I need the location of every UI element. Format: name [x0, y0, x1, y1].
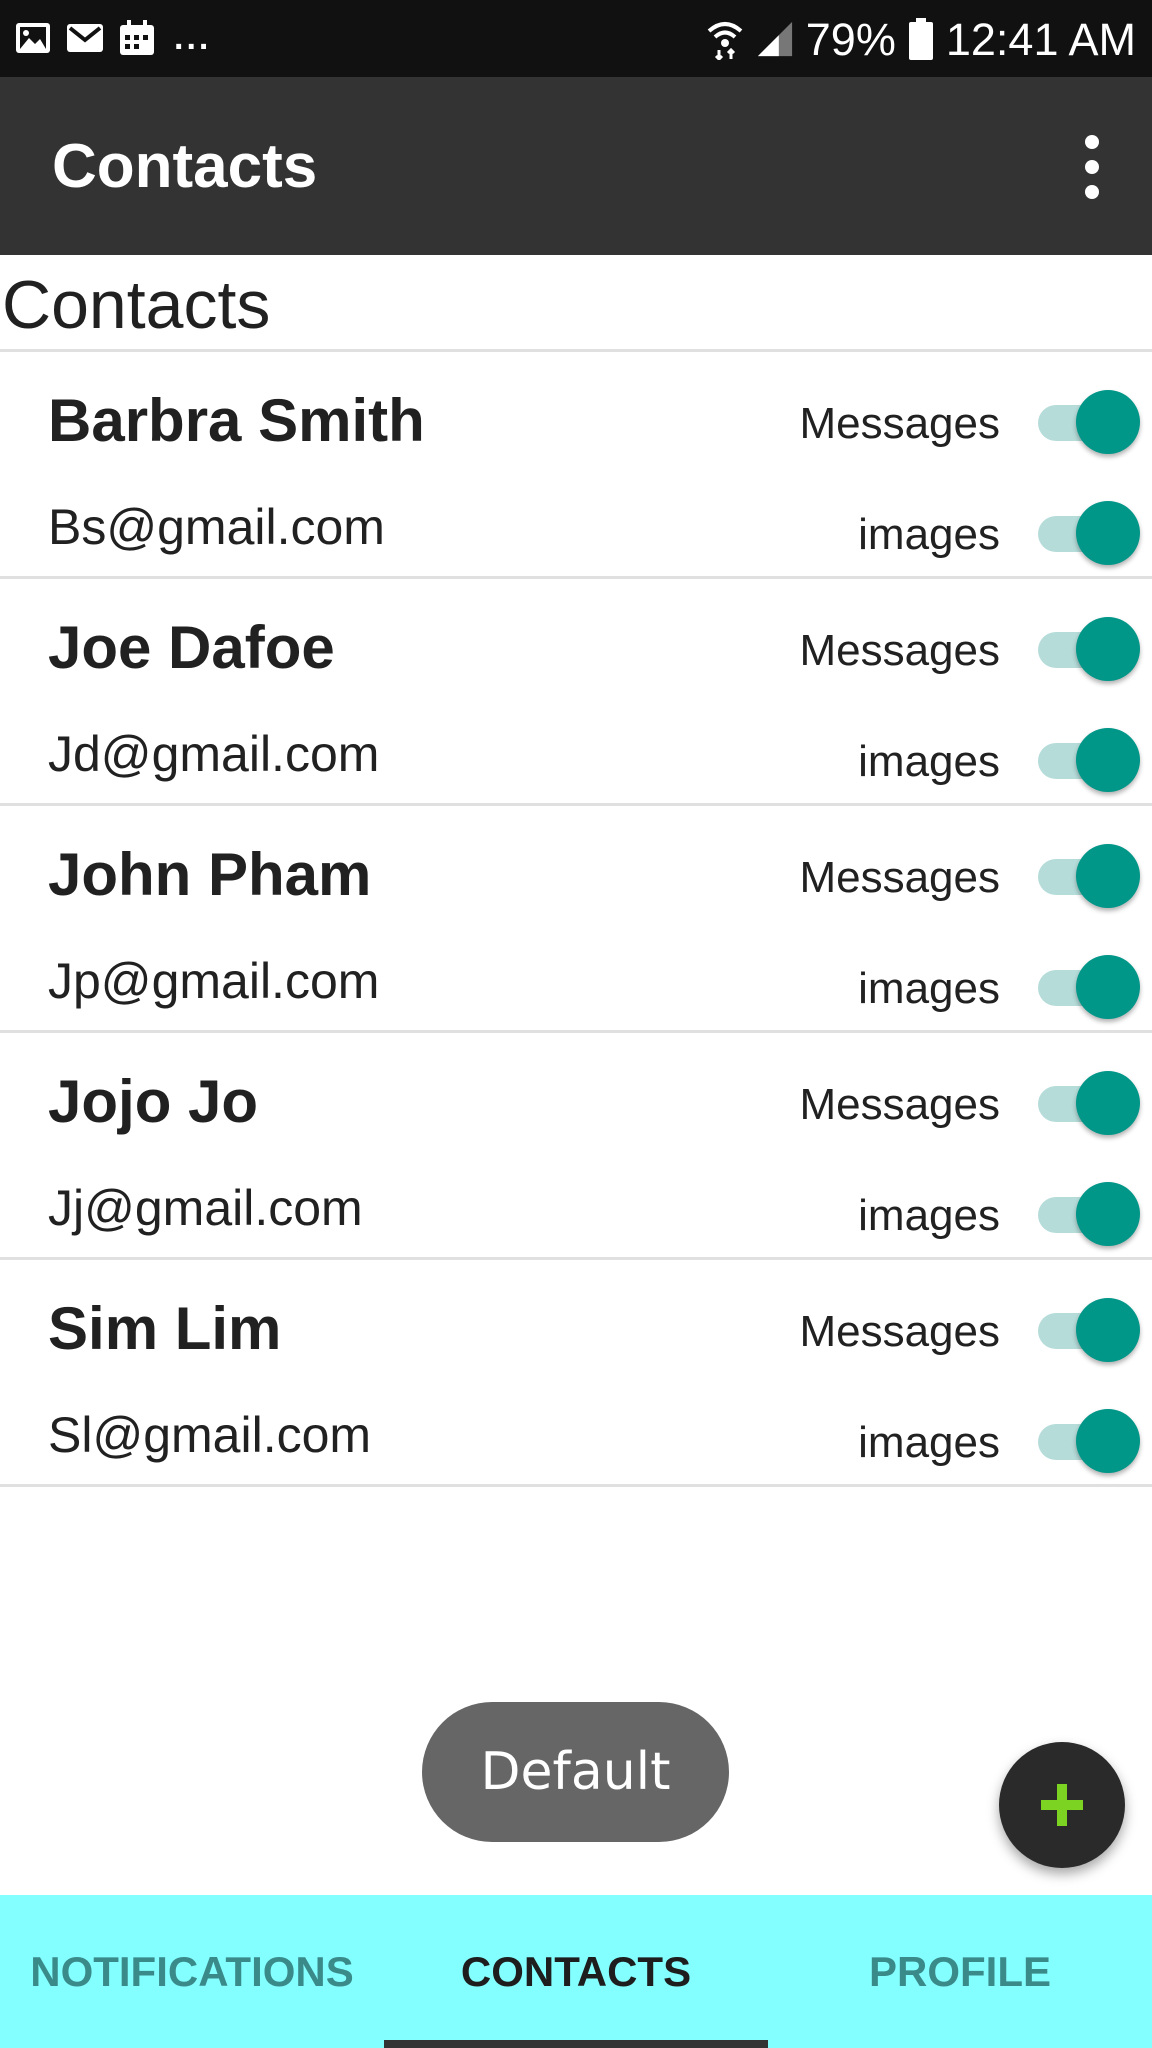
- messages-label: Messages: [799, 1080, 1000, 1129]
- messages-switch[interactable]: [1038, 388, 1140, 458]
- tab-profile[interactable]: PROFILE: [768, 1895, 1152, 2048]
- images-switch[interactable]: [1038, 953, 1140, 1023]
- images-label: images: [858, 737, 1000, 786]
- contact-email: Sl@gmail.com: [48, 1407, 372, 1463]
- clock: 12:41 AM: [945, 13, 1136, 65]
- switch-thumb: [1076, 501, 1140, 565]
- switch-thumb: [1076, 390, 1140, 454]
- selected-tab-indicator: [384, 2040, 768, 2048]
- contact-row[interactable]: Jojo Jo Jj@gmail.com Messages images: [0, 1033, 1152, 1260]
- images-switch[interactable]: [1038, 1407, 1140, 1477]
- images-label: images: [858, 964, 1000, 1013]
- contact-row[interactable]: Joe Dafoe Jd@gmail.com Messages images: [0, 579, 1152, 806]
- images-label: images: [858, 1191, 1000, 1240]
- add-contact-button[interactable]: [999, 1742, 1125, 1868]
- messages-label: Messages: [799, 626, 1000, 675]
- contact-row[interactable]: John Pham Jp@gmail.com Messages images: [0, 806, 1152, 1033]
- plus-icon: [1041, 1784, 1083, 1826]
- battery-percent: 79%: [805, 13, 896, 65]
- contact-email: Bs@gmail.com: [48, 499, 385, 555]
- toast-message: Default: [422, 1702, 729, 1842]
- messages-label: Messages: [799, 853, 1000, 902]
- status-bar: ... 79% 12:41 AM: [0, 0, 1152, 77]
- images-switch[interactable]: [1038, 499, 1140, 569]
- more-vert-icon[interactable]: [1062, 127, 1122, 207]
- calendar-icon: [118, 19, 156, 57]
- images-label: images: [858, 510, 1000, 559]
- messages-switch[interactable]: [1038, 1069, 1140, 1139]
- contact-list: Barbra Smith Bs@gmail.com Messages image…: [0, 352, 1152, 1487]
- switch-thumb: [1076, 728, 1140, 792]
- mail-icon: [66, 19, 104, 57]
- images-switch[interactable]: [1038, 726, 1140, 796]
- switch-thumb: [1076, 844, 1140, 908]
- messages-label: Messages: [799, 399, 1000, 448]
- contact-name: Jojo Jo: [48, 1068, 259, 1135]
- switch-thumb: [1076, 955, 1140, 1019]
- images-label: images: [858, 1418, 1000, 1467]
- contact-email: Jd@gmail.com: [48, 726, 380, 782]
- messages-switch[interactable]: [1038, 615, 1140, 685]
- images-switch[interactable]: [1038, 1180, 1140, 1250]
- image-icon: [14, 19, 52, 57]
- switch-thumb: [1076, 1182, 1140, 1246]
- contact-name: John Pham: [48, 841, 372, 908]
- messages-label: Messages: [799, 1307, 1000, 1356]
- signal-icon: [756, 20, 794, 58]
- system-status: 79% 12:41 AM: [706, 10, 1136, 68]
- battery-icon: [908, 18, 934, 60]
- messages-switch[interactable]: [1038, 842, 1140, 912]
- switch-thumb: [1076, 1409, 1140, 1473]
- switch-thumb: [1076, 1298, 1140, 1362]
- menu-dot: [1085, 185, 1099, 199]
- contact-name: Joe Dafoe: [48, 614, 335, 681]
- switch-thumb: [1076, 617, 1140, 681]
- tab-notifications[interactable]: NOTIFICATIONS: [0, 1895, 384, 2048]
- messages-switch[interactable]: [1038, 1296, 1140, 1366]
- contact-row[interactable]: Barbra Smith Bs@gmail.com Messages image…: [0, 352, 1152, 579]
- contact-name: Sim Lim: [48, 1295, 282, 1362]
- switch-thumb: [1076, 1071, 1140, 1135]
- menu-dot: [1085, 135, 1099, 149]
- tab-contacts[interactable]: CONTACTS: [384, 1895, 768, 2048]
- app-bar: Contacts: [0, 77, 1152, 255]
- section-title: Contacts: [2, 267, 271, 343]
- menu-dot: [1085, 160, 1099, 174]
- app-bar-title: Contacts: [52, 132, 318, 201]
- contact-name: Barbra Smith: [48, 387, 425, 454]
- notification-icons: ...: [14, 14, 211, 62]
- contact-email: Jj@gmail.com: [48, 1180, 363, 1236]
- contact-email: Jp@gmail.com: [48, 953, 380, 1009]
- bottom-tab-bar: NOTIFICATIONS CONTACTS PROFILE: [0, 1895, 1152, 2048]
- contact-row[interactable]: Sim Lim Sl@gmail.com Messages images: [0, 1260, 1152, 1487]
- wifi-icon: [706, 20, 744, 60]
- more-notifications-indicator: ...: [174, 19, 212, 57]
